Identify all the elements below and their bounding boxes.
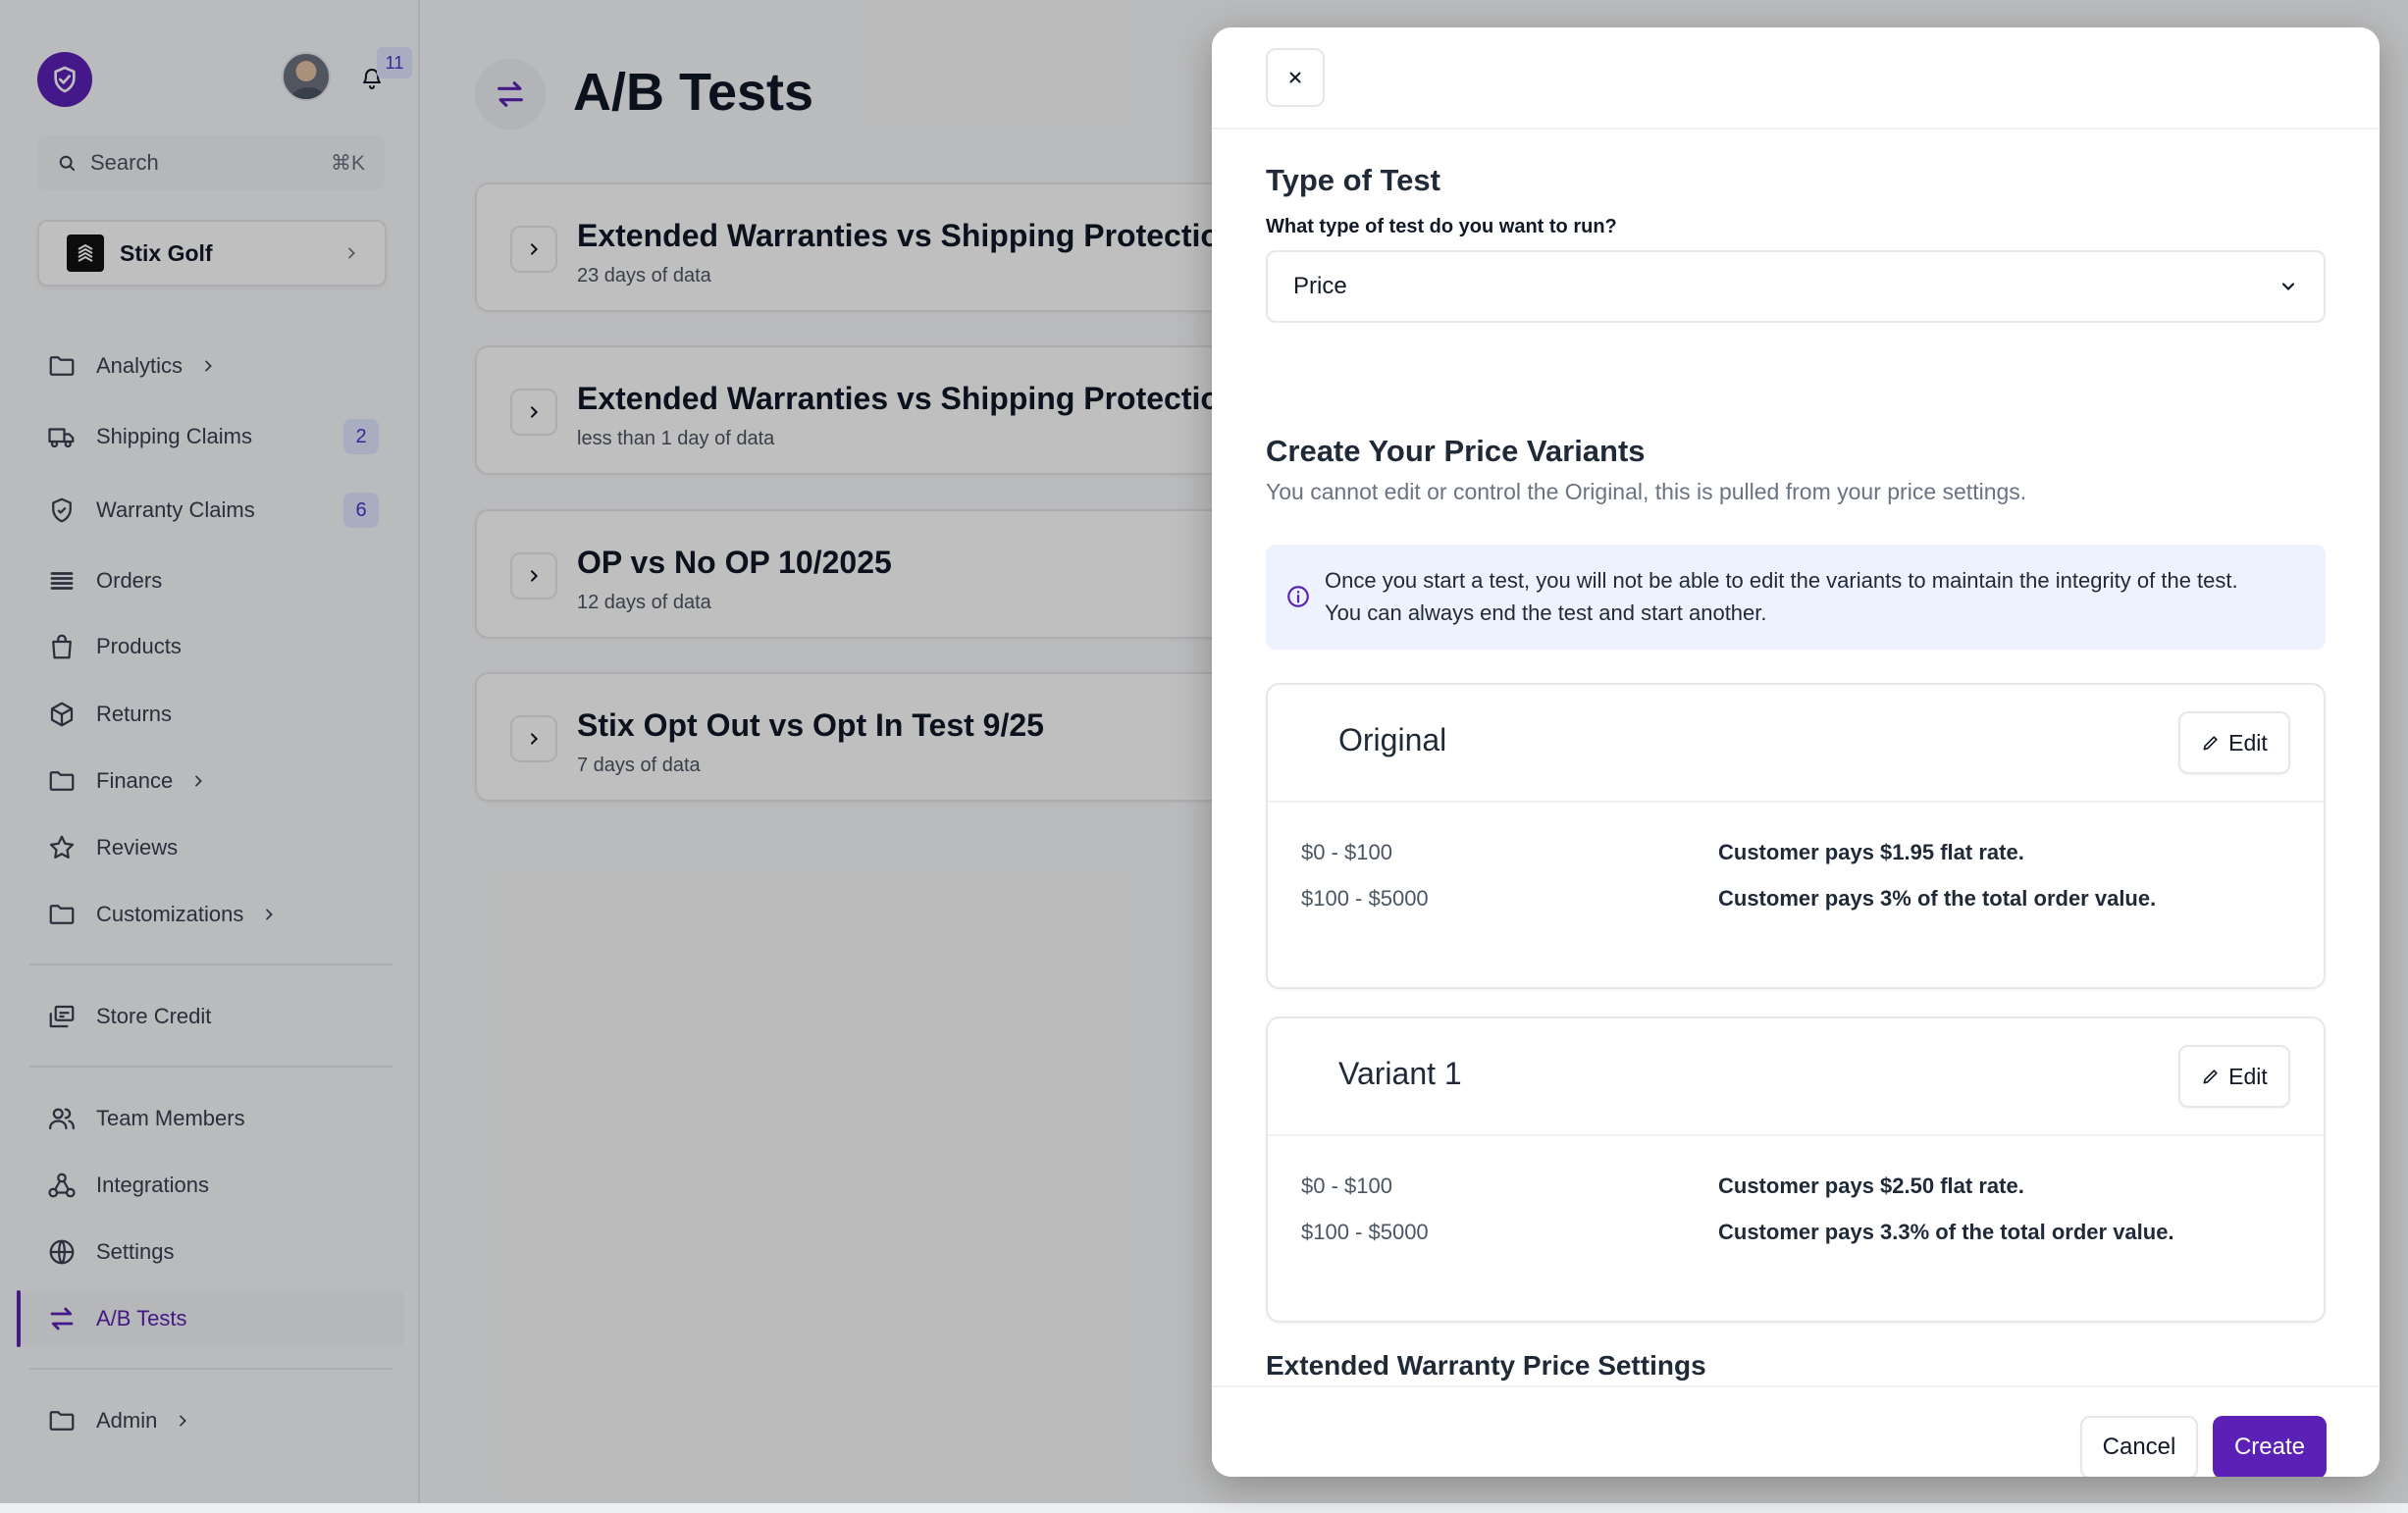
tier-range: $0 - $100 [1301, 840, 1392, 864]
close-icon [1289, 72, 1301, 83]
edit-original-button[interactable]: Edit [2178, 711, 2290, 774]
variant-name: Variant 1 [1338, 1056, 1462, 1091]
test-type-select[interactable]: Price [1266, 250, 2326, 323]
variant-name: Original [1338, 722, 1447, 757]
tier-description: Customer pays 3.3% of the total order va… [1718, 1220, 2174, 1244]
close-button[interactable] [1266, 48, 1325, 107]
modal-footer: Cancel Create [1212, 1385, 2380, 1477]
modal-header [1212, 27, 2380, 130]
create-button[interactable]: Create [2213, 1416, 2327, 1477]
tier-range: $0 - $100 [1301, 1174, 1392, 1198]
warranty-price-settings-heading: Extended Warranty Price Settings [1266, 1350, 1706, 1381]
edit-variant-1-button[interactable]: Edit [2178, 1045, 2290, 1108]
tier-description: Customer pays $2.50 flat rate. [1718, 1174, 2024, 1198]
variant-header: Variant 1 Edit [1268, 1018, 2324, 1136]
integrity-info-box: Once you start a test, you will not be a… [1266, 545, 2326, 650]
price-variants-heading: Create Your Price Variants [1266, 434, 1646, 468]
app-window: 11 Search ⌘K Stix Golf Analytics Shippin… [0, 0, 2408, 1513]
window-bottom-strip [0, 1503, 2408, 1513]
tier-description: Customer pays 3% of the total order valu… [1718, 886, 2157, 911]
test-type-label: What type of test do you want to run? [1266, 216, 1617, 237]
variant-header: Original Edit [1268, 685, 2324, 803]
tier-range: $100 - $5000 [1301, 886, 1429, 911]
test-type-selected-value: Price [1293, 273, 1347, 299]
info-icon [1285, 584, 1311, 609]
info-text-line-1: Once you start a test, you will not be a… [1325, 568, 2238, 593]
chevron-down-icon [2278, 277, 2298, 296]
price-variants-description: You cannot edit or control the Original,… [1266, 479, 2027, 504]
info-text-line-2: You can always end the test and start an… [1325, 600, 1767, 625]
edit-label: Edit [2228, 729, 2268, 756]
edit-label: Edit [2228, 1063, 2268, 1089]
variant-card-original: Original Edit $0 - $100 Customer pays $1… [1266, 683, 2326, 989]
tier-range: $100 - $5000 [1301, 1220, 1429, 1244]
tier-description: Customer pays $1.95 flat rate. [1718, 840, 2024, 864]
pencil-icon [2201, 733, 2221, 753]
cancel-button[interactable]: Cancel [2080, 1416, 2198, 1477]
create-test-modal: Type of Test What type of test do you wa… [1212, 27, 2380, 1477]
type-of-test-heading: Type of Test [1266, 163, 1440, 197]
variant-card-variant-1: Variant 1 Edit $0 - $100 Customer pays $… [1266, 1017, 2326, 1323]
pencil-icon [2201, 1067, 2221, 1086]
modal-body: Type of Test What type of test do you wa… [1212, 130, 2380, 1385]
